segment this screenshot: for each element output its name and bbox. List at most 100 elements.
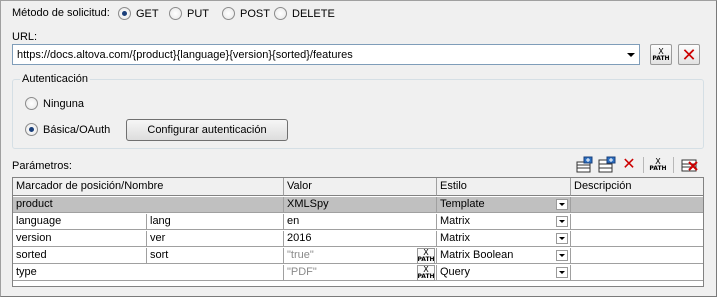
method-delete-label: DELETE [292,7,335,20]
delete-icon: ✕ [622,156,636,173]
name-cell[interactable]: lang [147,214,284,230]
description-cell[interactable] [571,248,703,264]
description-cell[interactable] [571,214,703,230]
value-placeholder-text: "PDF" [287,266,317,278]
method-put-radio[interactable]: PUT [169,7,209,20]
chevron-down-icon [627,52,635,57]
url-dropdown-button[interactable] [623,45,639,64]
method-delete-radio[interactable]: DELETE [274,7,335,20]
auth-none-radio[interactable]: Ninguna [25,97,84,110]
name-cell[interactable]: sort [147,248,284,264]
chevron-down-icon [559,220,565,223]
placeholder-cell[interactable]: product [13,197,284,213]
placeholder-cell[interactable]: language [13,214,147,230]
params-table: Marcador de posición/Nombre Valor Estilo… [12,177,704,287]
style-cell[interactable]: Matrix [437,214,571,230]
auth-basic-radio[interactable]: Básica/OAuth [25,123,110,136]
url-combobox[interactable]: https://docs.altova.com/{product}{langua… [12,44,640,65]
table-row[interactable]: language lang en Matrix [13,214,703,230]
placeholder-cell[interactable]: sorted [13,248,147,264]
style-cell[interactable]: Template [437,197,571,213]
column-header-style[interactable]: Estilo [437,178,571,196]
value-cell[interactable]: 2016 [284,231,437,247]
table-row[interactable]: product XMLSpy Template [13,197,703,213]
url-clear-button[interactable]: ✕ [678,44,700,65]
radio-icon [222,7,235,20]
placeholder-cell[interactable]: version [13,231,147,247]
url-input[interactable]: https://docs.altova.com/{product}{langua… [13,49,623,61]
style-value: Matrix [440,215,470,227]
style-value: Query [440,266,470,278]
name-cell[interactable]: ver [147,231,284,247]
table-row[interactable]: version ver 2016 Matrix [13,231,703,247]
style-cell[interactable]: Query [437,265,571,281]
auth-basic-label: Básica/OAuth [43,123,111,136]
style-value: Matrix [440,232,470,244]
style-dropdown-button[interactable] [556,250,568,261]
url-xpath-button[interactable]: X PATH [650,44,672,65]
xpath-icon: X PATH [417,248,435,263]
table-row[interactable]: sorted sort "true" X PATH Matrix Boolean [13,248,703,264]
auth-none-label: Ninguna [43,97,84,110]
value-placeholder-text: "true" [287,249,314,261]
params-label: Parámetros: [12,160,72,172]
auth-groupbox [12,79,704,149]
method-get-radio[interactable]: GET [118,7,159,20]
radio-icon [25,97,38,110]
radio-icon [169,7,182,20]
style-dropdown-button[interactable] [556,199,568,210]
toolbar-separator [673,157,674,173]
method-put-label: PUT [187,7,209,20]
value-cell[interactable]: en [284,214,437,230]
insert-row-icon [598,156,616,173]
append-row-button[interactable] [576,156,594,174]
description-cell[interactable] [571,197,703,213]
method-get-label: GET [136,7,159,20]
insert-row-button[interactable] [598,156,616,174]
method-label: Método de solicitud: [12,7,110,19]
column-header-description[interactable]: Descripción [571,178,703,196]
url-label: URL: [12,31,38,43]
radio-selected-icon [25,123,38,136]
toolbar-separator [643,157,644,173]
auth-group-title: Autenticación [20,73,91,85]
clear-xpath-icon [681,159,698,172]
value-xpath-button[interactable]: X PATH [417,248,435,264]
column-header-name[interactable]: Marcador de posición/Nombre [13,178,284,196]
chevron-down-icon [559,203,565,206]
radio-selected-icon [118,7,131,20]
style-value: Template [440,198,485,210]
delete-row-button[interactable]: ✕ [620,156,638,174]
xpath-icon: X PATH [649,157,667,172]
configure-auth-button[interactable]: Configurar autenticación [126,119,288,141]
close-icon: ✕ [681,44,697,65]
value-cell[interactable]: "true" [284,248,437,264]
style-dropdown-button[interactable] [556,267,568,278]
xpath-icon: X PATH [417,265,435,280]
value-cell[interactable]: "PDF" [284,265,437,281]
placeholder-cell[interactable]: type [13,265,284,281]
append-row-icon [576,156,593,173]
style-dropdown-button[interactable] [556,233,568,244]
chevron-down-icon [559,254,565,257]
chevron-down-icon [559,271,565,274]
style-value: Matrix Boolean [440,249,514,261]
style-cell[interactable]: Matrix [437,231,571,247]
xpath-icon: X PATH [652,46,670,62]
description-cell[interactable] [571,231,703,247]
description-cell[interactable] [571,265,703,281]
clear-xpath-button[interactable] [681,156,699,174]
radio-icon [274,7,287,20]
method-post-radio[interactable]: POST [222,7,270,20]
style-dropdown-button[interactable] [556,216,568,227]
value-cell[interactable]: XMLSpy [284,197,437,213]
row-xpath-button[interactable]: X PATH [649,156,667,174]
value-xpath-button[interactable]: X PATH [417,265,435,281]
table-header: Marcador de posición/Nombre Valor Estilo… [13,178,703,196]
table-row[interactable]: type "PDF" X PATH Query [13,265,703,281]
configure-auth-label: Configurar autenticación [147,124,267,136]
chevron-down-icon [559,237,565,240]
style-cell[interactable]: Matrix Boolean [437,248,571,264]
column-header-value[interactable]: Valor [284,178,437,196]
method-post-label: POST [240,7,270,20]
